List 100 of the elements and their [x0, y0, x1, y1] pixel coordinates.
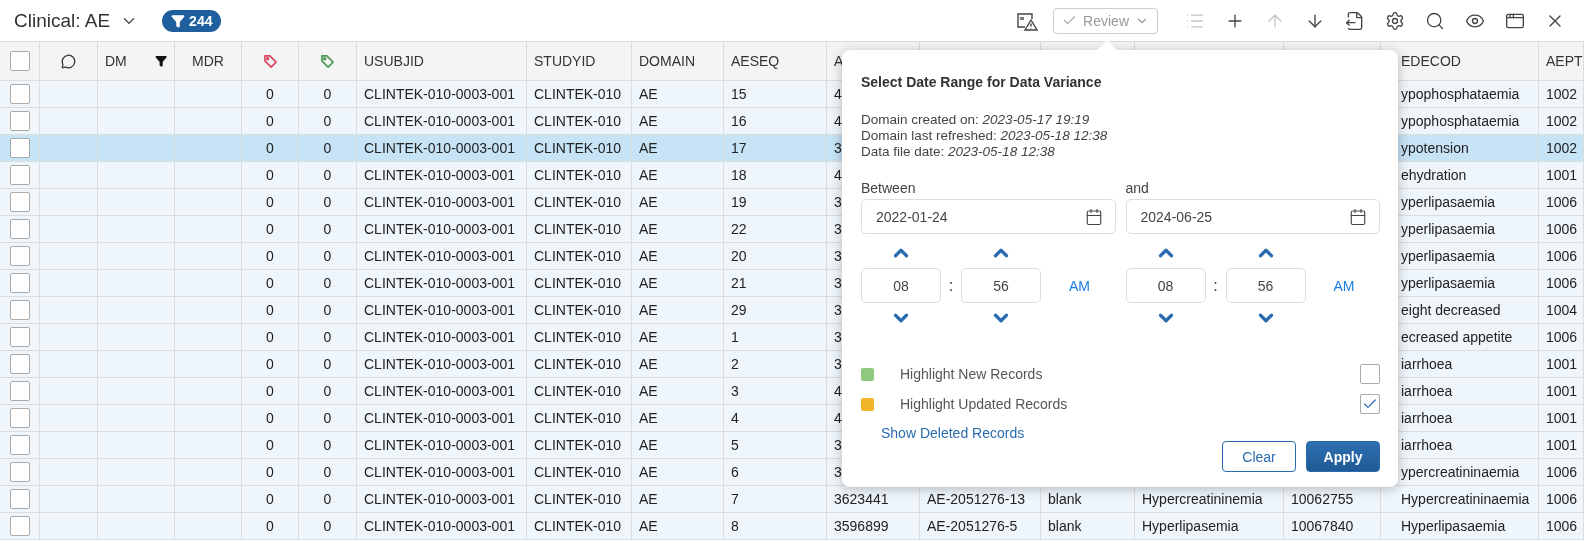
table-cell: 0: [242, 243, 299, 270]
table-cell: [175, 324, 242, 351]
hour-field[interactable]: 08: [1125, 268, 1206, 303]
row-checkbox[interactable]: [9, 111, 30, 131]
row-checkbox[interactable]: [9, 300, 30, 320]
table-cell: [175, 432, 242, 459]
row-checkbox[interactable]: [9, 192, 30, 212]
table-cell: 0: [242, 459, 299, 486]
table-cell: CLINTEK-010: [527, 270, 632, 297]
table-cell: 6: [724, 459, 827, 486]
filter-count-badge[interactable]: 244: [162, 9, 222, 32]
table-cell: AE: [632, 378, 724, 405]
table-cell: CLINTEK-010-0003-001: [357, 351, 527, 378]
table-cell: [175, 405, 242, 432]
table-cell: CLINTEK-010: [527, 189, 632, 216]
settings-icon: [1385, 10, 1405, 31]
table-cell: CLINTEK-010-0003-001: [357, 162, 527, 189]
table-cell: CLINTEK-010-0003-001: [357, 189, 527, 216]
apply-button[interactable]: Apply: [1306, 441, 1380, 472]
table-cell: 1001: [1539, 162, 1584, 189]
table-cell: CLINTEK-010: [527, 162, 632, 189]
table-cell: AE: [632, 432, 724, 459]
row-checkbox[interactable]: [9, 84, 30, 104]
column-header[interactable]: STUDYID: [527, 42, 632, 81]
table-cell: [175, 486, 242, 513]
table-cell: 1006: [1539, 243, 1584, 270]
clear-button[interactable]: Clear: [1222, 441, 1296, 472]
table-cell: 20: [724, 243, 827, 270]
minute-field[interactable]: 56: [1225, 268, 1306, 303]
table-cell: 19: [724, 189, 827, 216]
column-header[interactable]: MDR: [175, 42, 242, 81]
row-checkbox[interactable]: [9, 273, 30, 293]
date-field[interactable]: 2022-01-24: [861, 199, 1116, 234]
table-cell: 1002: [1539, 81, 1584, 108]
row-checkbox[interactable]: [9, 246, 30, 266]
table-cell: 0: [299, 135, 357, 162]
table-cell: CLINTEK-010-0003-001: [357, 135, 527, 162]
table-cell: 0: [299, 270, 357, 297]
table-cell: CLINTEK-010-0003-001: [357, 270, 527, 297]
table-cell: 0: [299, 108, 357, 135]
column-header[interactable]: DM: [98, 42, 175, 81]
row-checkbox[interactable]: [9, 462, 30, 482]
column-header[interactable]: AESEQ: [724, 42, 827, 81]
row-checkbox[interactable]: [9, 489, 30, 509]
row-checkbox[interactable]: [9, 327, 30, 347]
column-header[interactable]: AEPT: [1539, 42, 1584, 81]
column-header[interactable]: USUBJID: [357, 42, 527, 81]
hour-field[interactable]: 08: [861, 268, 941, 303]
calendar-icon[interactable]: [1349, 207, 1367, 226]
option-checkbox[interactable]: [1360, 394, 1380, 414]
table-cell: AE: [632, 270, 724, 297]
row-checkbox[interactable]: [9, 435, 30, 455]
table-cell: 0: [242, 513, 299, 540]
table-cell: 1004: [1539, 297, 1584, 324]
warning-document-icon[interactable]: [1016, 10, 1039, 31]
table-cell: 1006: [1539, 189, 1584, 216]
row-checkbox[interactable]: [9, 516, 30, 536]
date-field[interactable]: 2024-06-25: [1125, 199, 1380, 234]
row-checkbox[interactable]: [9, 354, 30, 374]
table-cell: 0: [299, 189, 357, 216]
table-cell: 1001: [1539, 351, 1584, 378]
filter-icon[interactable]: [154, 54, 167, 68]
select-all-checkbox[interactable]: [9, 51, 30, 71]
period-toggle[interactable]: AM: [1063, 276, 1096, 295]
table-cell: 0: [299, 162, 357, 189]
option-checkbox[interactable]: [1360, 364, 1380, 384]
table-cell: AE: [632, 297, 724, 324]
table-cell: 1006: [1539, 486, 1584, 513]
table-cell: 7: [724, 486, 827, 513]
minute-field[interactable]: 56: [961, 268, 1041, 303]
table-cell: CLINTEK-010: [527, 405, 632, 432]
table-cell: 0: [299, 459, 357, 486]
table-cell: [175, 216, 242, 243]
table-cell: [175, 135, 242, 162]
period-toggle[interactable]: AM: [1327, 276, 1361, 295]
calendar-icon[interactable]: [1084, 207, 1103, 226]
column-header[interactable]: EDECOD: [1381, 42, 1539, 81]
comment-icon: [61, 53, 76, 69]
row-checkbox[interactable]: [9, 408, 30, 428]
search-icon: [1425, 10, 1445, 31]
table-cell: 16: [724, 108, 827, 135]
table-cell: CLINTEK-010-0003-001: [357, 216, 527, 243]
table-cell: CLINTEK-010: [527, 243, 632, 270]
table-cell: AE: [632, 135, 724, 162]
column-header[interactable]: DOMAIN: [632, 42, 724, 81]
table-cell: [175, 270, 242, 297]
table-cell: AE-2051276-5: [920, 513, 1041, 540]
table-cell: 1006: [1539, 270, 1584, 297]
table-cell: 3596899: [827, 513, 920, 540]
row-checkbox[interactable]: [9, 381, 30, 401]
table-cell: [175, 189, 242, 216]
table-cell: 8: [724, 513, 827, 540]
table-cell: 0: [242, 162, 299, 189]
table-cell: 3: [724, 378, 827, 405]
row-checkbox[interactable]: [9, 138, 30, 158]
table-cell: 0: [299, 432, 357, 459]
table-cell: 0: [299, 324, 357, 351]
row-checkbox[interactable]: [9, 219, 30, 239]
table-cell: 0: [242, 486, 299, 513]
row-checkbox[interactable]: [9, 165, 30, 185]
